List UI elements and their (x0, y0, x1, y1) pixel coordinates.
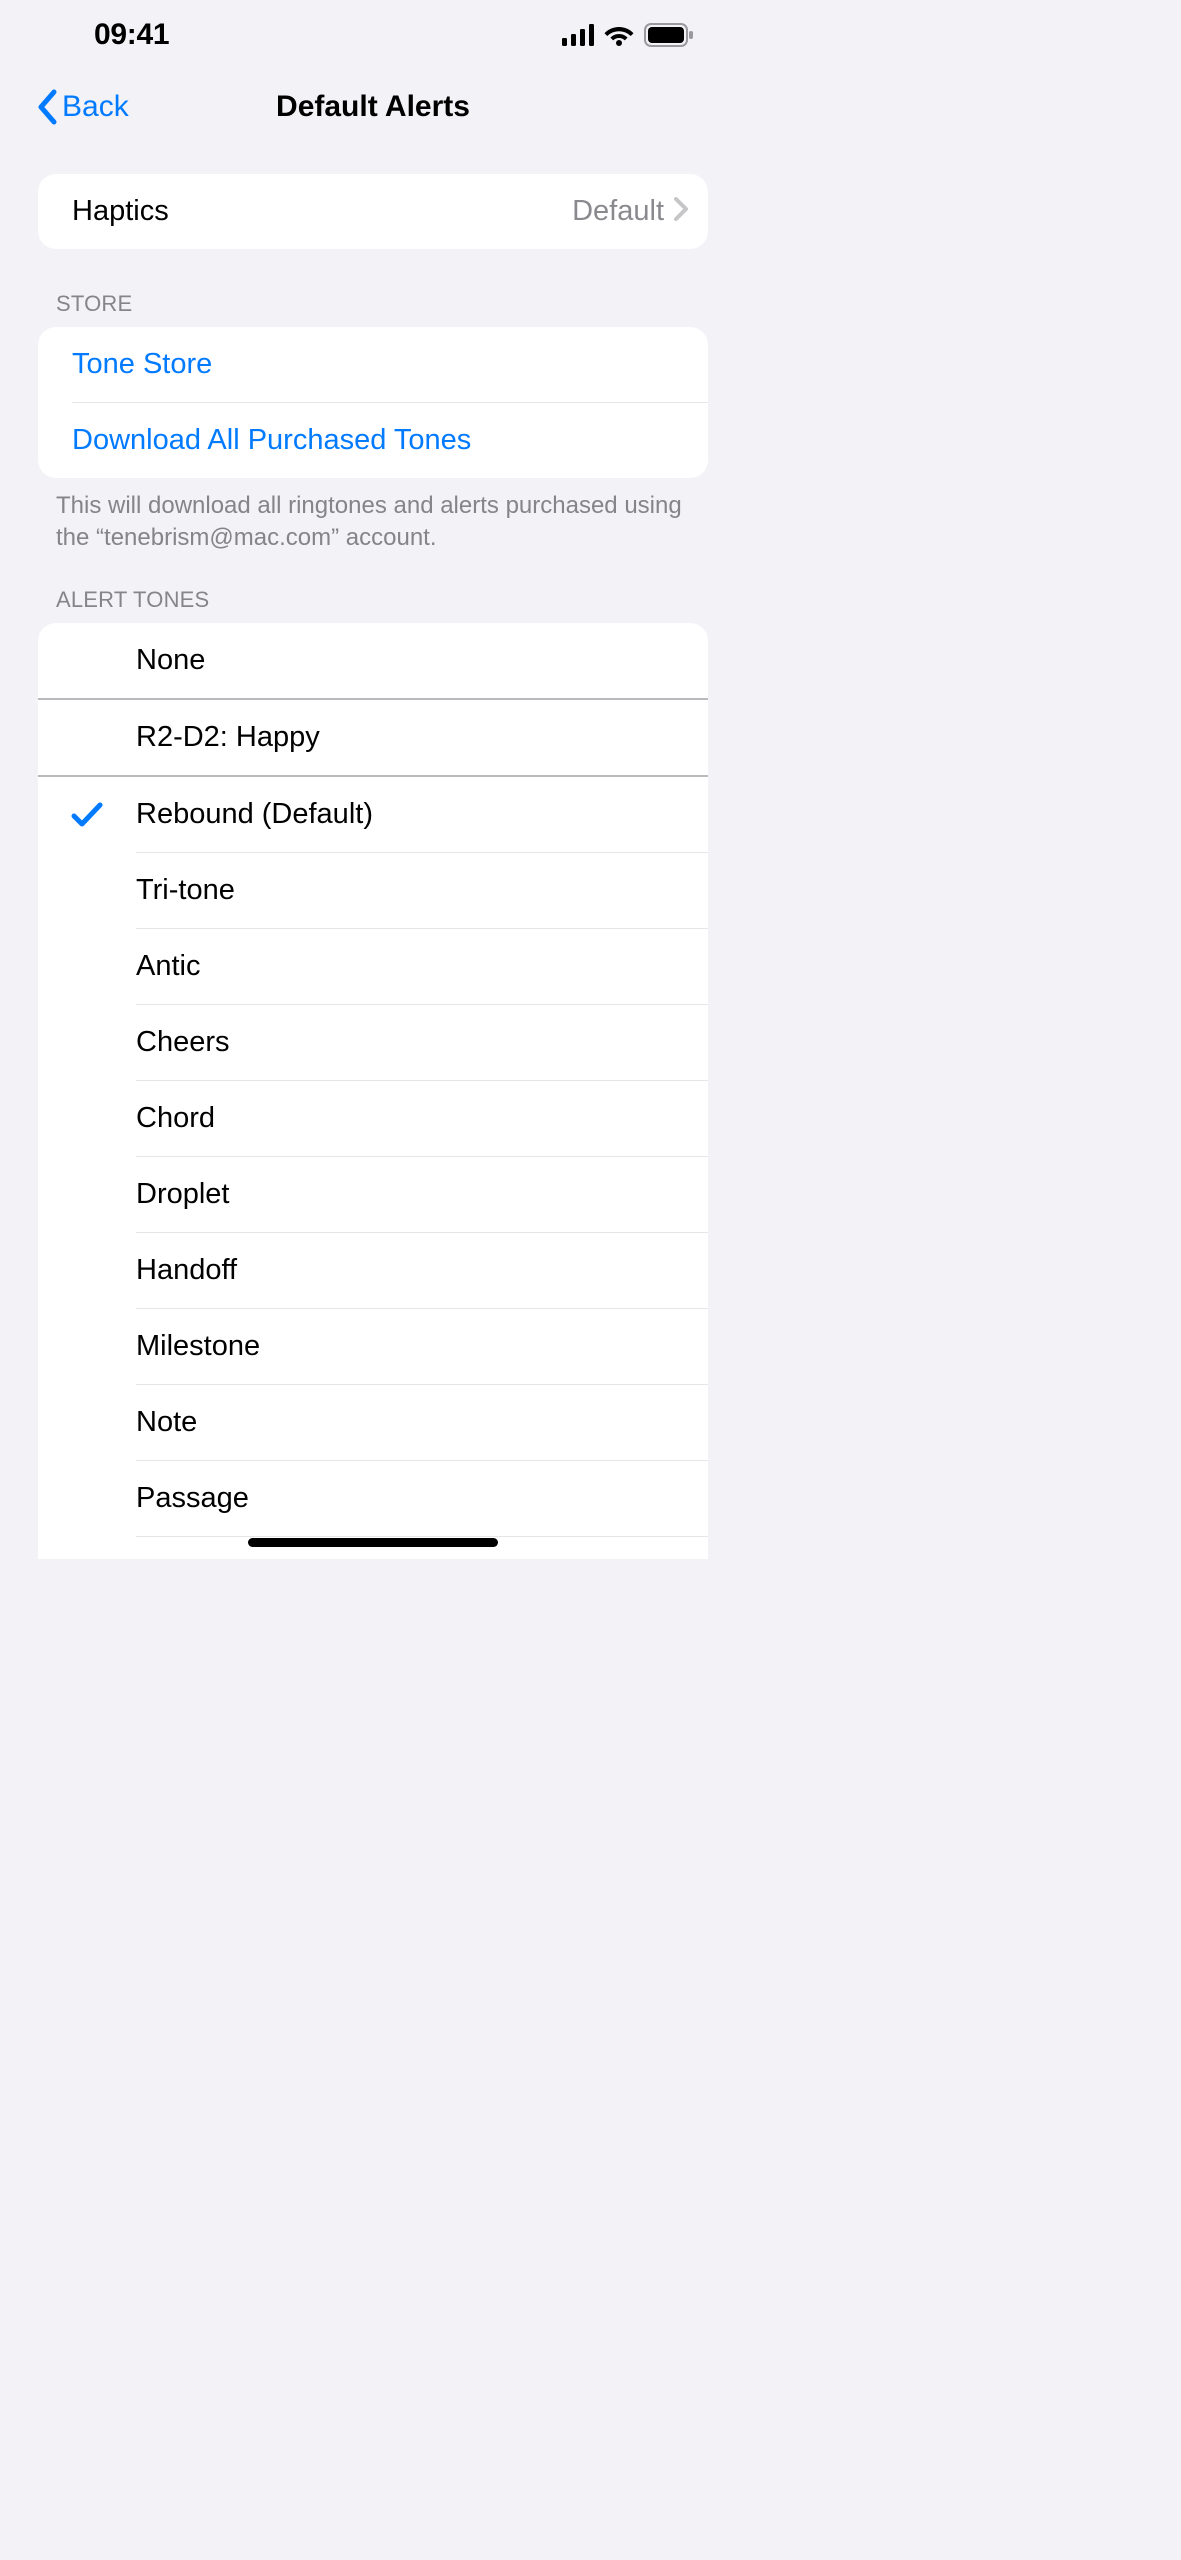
download-tones-row[interactable]: Download All Purchased Tones (38, 403, 708, 478)
haptics-label: Haptics (72, 195, 572, 228)
haptics-row[interactable]: Haptics Default (38, 174, 708, 249)
alert-tone-row[interactable]: Droplet (38, 1157, 708, 1232)
status-bar: 09:41 (20, 0, 726, 70)
status-indicators (562, 23, 694, 47)
battery-icon (644, 23, 694, 47)
alert-tone-row[interactable]: Rebound (Default) (38, 777, 708, 852)
alert-tone-label: Chord (136, 1102, 688, 1135)
nav-bar: Back Default Alerts (20, 70, 726, 144)
alert-tone-label: Tri-tone (136, 874, 688, 907)
page-title: Default Alerts (276, 90, 470, 124)
alert-tone-label: R2-D2: Happy (136, 721, 688, 754)
haptics-value: Default (572, 195, 664, 228)
status-time: 09:41 (94, 18, 169, 52)
alert-tone-row[interactable]: Cheers (38, 1005, 708, 1080)
alert-tones-header: ALERT TONES (20, 587, 726, 623)
alert-tone-label: None (136, 644, 688, 677)
alert-tone-row[interactable]: Milestone (38, 1309, 708, 1384)
alert-tone-label: Portal (136, 1558, 688, 1559)
alert-tone-label: Rebound (Default) (136, 798, 688, 831)
download-tones-label: Download All Purchased Tones (72, 424, 688, 457)
alert-tone-row[interactable]: Tri-tone (38, 853, 708, 928)
store-header: STORE (20, 291, 726, 327)
home-indicator (248, 1538, 498, 1547)
checkmark-icon (38, 801, 136, 829)
alert-tone-label: Antic (136, 950, 688, 983)
tone-store-label: Tone Store (72, 348, 688, 381)
wifi-icon (604, 24, 634, 46)
store-footer: This will download all ringtones and ale… (20, 478, 726, 553)
back-label: Back (62, 90, 129, 124)
alert-tone-row[interactable]: Note (38, 1385, 708, 1460)
alert-tone-row[interactable]: Handoff (38, 1233, 708, 1308)
alert-tone-label: Handoff (136, 1254, 688, 1287)
cellular-icon (562, 24, 594, 46)
alert-tone-label: Milestone (136, 1330, 688, 1363)
alert-tone-row[interactable]: Passage (38, 1461, 708, 1536)
alert-tone-row[interactable]: None (38, 623, 708, 698)
alert-tone-row[interactable]: Chord (38, 1081, 708, 1156)
haptics-group: Haptics Default (20, 174, 726, 249)
chevron-right-icon (674, 196, 688, 228)
alert-tone-row[interactable]: Antic (38, 929, 708, 1004)
alert-tone-label: Passage (136, 1482, 688, 1515)
back-button[interactable]: Back (30, 70, 135, 144)
store-group: STORE Tone Store Download All Purchased … (20, 291, 726, 553)
alert-tone-label: Droplet (136, 1178, 688, 1211)
alert-tone-label: Cheers (136, 1026, 688, 1059)
alert-tone-row[interactable]: R2-D2: Happy (38, 700, 708, 775)
tone-store-row[interactable]: Tone Store (38, 327, 708, 402)
alert-tones-group: ALERT TONES None R2-D2: Happy Rebound (Def… (20, 587, 726, 1559)
chevron-left-icon (36, 89, 58, 125)
screen: 09:41 (20, 0, 726, 1559)
alert-tone-label: Note (136, 1406, 688, 1439)
